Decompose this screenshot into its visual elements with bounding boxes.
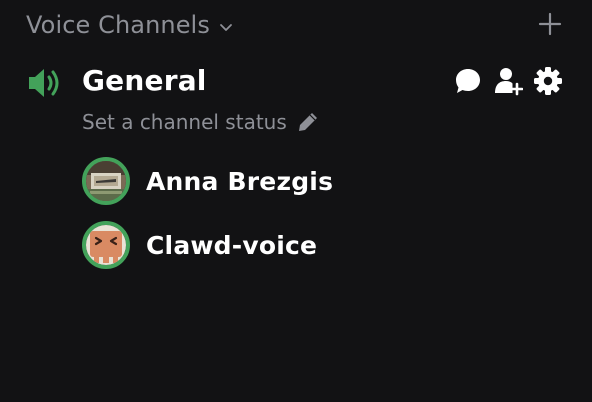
avatar — [82, 157, 130, 205]
category-header[interactable]: Voice Channels — [26, 8, 234, 42]
voice-channel-panel: Voice Channels General Set a channel sta… — [0, 0, 592, 402]
pencil-icon — [298, 113, 317, 131]
invite-user-icon[interactable] — [493, 66, 523, 96]
speaker-icon — [29, 69, 59, 97]
channel-status-button[interactable]: Set a channel status — [82, 108, 319, 136]
voice-user-name: Clawd-voice — [146, 230, 318, 260]
voice-user-name: Anna Brezgis — [146, 166, 334, 196]
category-title: Voice Channels — [26, 11, 210, 39]
chevron-down-icon — [220, 23, 232, 31]
channel-name: General — [82, 64, 207, 97]
add-channel-button[interactable] — [538, 12, 562, 36]
clawd-avatar — [86, 225, 126, 265]
avatar — [82, 221, 130, 269]
gear-icon[interactable] — [533, 66, 563, 96]
channel-status-placeholder: Set a channel status — [82, 110, 287, 134]
chat-bubble-icon[interactable] — [453, 66, 483, 96]
channel-actions — [453, 66, 563, 96]
channel-row-general[interactable]: General — [26, 62, 571, 104]
voice-user-row[interactable]: Anna Brezgis — [82, 157, 333, 205]
voice-user-row[interactable]: Clawd-voice — [82, 221, 317, 269]
photo-avatar — [86, 161, 126, 201]
